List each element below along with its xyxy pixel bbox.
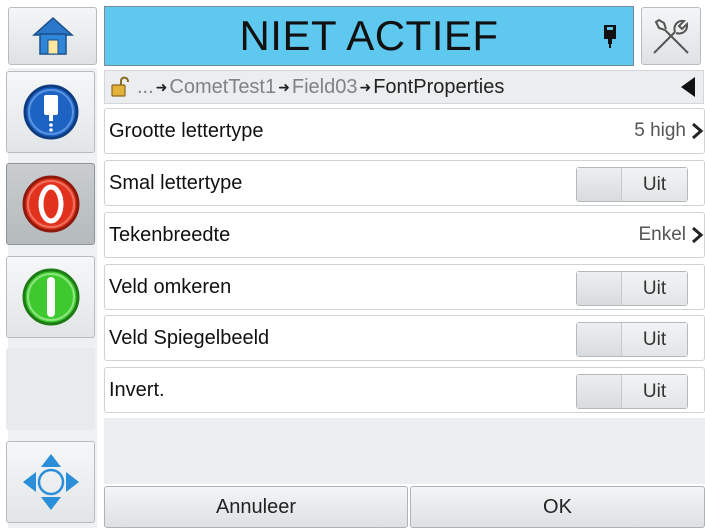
status-bar: NIET ACTIEF [104, 6, 634, 66]
field-reverse-toggle[interactable]: Uit [576, 271, 688, 306]
back-arrow-icon[interactable] [681, 77, 695, 97]
row-value: 5 high [634, 120, 686, 141]
start-icon [22, 268, 79, 326]
breadcrumb-separator: ➜ [155, 78, 168, 95]
navigation-arrows-icon [22, 454, 79, 510]
invert-toggle[interactable]: Uit [576, 374, 688, 409]
breadcrumb-item-field03[interactable]: Field03 [292, 76, 358, 99]
breadcrumb-ellipsis[interactable]: ... [137, 76, 154, 99]
tools-icon [653, 18, 689, 54]
row-field-mirror: Veld Spiegelbeeld Uit [104, 315, 705, 361]
stop-button[interactable] [6, 163, 95, 245]
chevron-right-icon [692, 226, 704, 244]
tools-button[interactable] [641, 7, 701, 65]
breadcrumb-item-fontproperties: FontProperties [373, 75, 505, 98]
field-mirror-toggle[interactable]: Uit [576, 322, 688, 357]
toggle-knob [577, 375, 622, 408]
row-field-reverse: Veld omkeren Uit [104, 264, 705, 310]
row-value: Enkel [638, 224, 686, 245]
ok-button[interactable]: OK [410, 486, 705, 528]
navigation-button[interactable] [6, 441, 95, 523]
ink-cartridge-icon [604, 25, 616, 48]
row-invert: Invert. Uit [104, 367, 705, 413]
toggle-state: Uit [622, 323, 687, 356]
start-button[interactable] [6, 256, 95, 338]
breadcrumb-separator: ➜ [359, 78, 372, 95]
toggle-knob [577, 323, 622, 356]
row-character-width[interactable]: Tekenbreedte Enkel [104, 212, 705, 258]
stop-icon [22, 175, 79, 233]
jet-status-icon [23, 84, 78, 140]
toggle-knob [577, 272, 622, 305]
toggle-knob [577, 168, 622, 201]
unlocked-padlock-icon[interactable] [111, 76, 131, 98]
row-label: Grootte lettertype [109, 119, 264, 142]
toggle-state: Uit [622, 168, 687, 201]
breadcrumb-separator: ➜ [278, 78, 290, 95]
list-empty-area [104, 418, 705, 484]
sidebar-empty-slot [6, 348, 95, 430]
status-text: NIET ACTIEF [239, 12, 499, 59]
breadcrumb: ... ➜ CometTest1 ➜ Field03 ➜ FontPropert… [104, 70, 704, 104]
row-font-size[interactable]: Grootte lettertype 5 high [104, 108, 705, 154]
toggle-state: Uit [622, 375, 687, 408]
chevron-right-icon [692, 122, 704, 140]
jet-status-button[interactable] [6, 71, 95, 153]
row-narrow-font: Smal lettertype Uit [104, 160, 705, 206]
toggle-state: Uit [622, 272, 687, 305]
cancel-button[interactable]: Annuleer [104, 486, 408, 528]
home-icon [31, 16, 74, 55]
narrow-font-toggle[interactable]: Uit [576, 167, 688, 202]
row-label: Tekenbreedte [109, 223, 231, 246]
home-button[interactable] [8, 7, 97, 65]
breadcrumb-item-cometest1[interactable]: CometTest1 [169, 76, 276, 99]
